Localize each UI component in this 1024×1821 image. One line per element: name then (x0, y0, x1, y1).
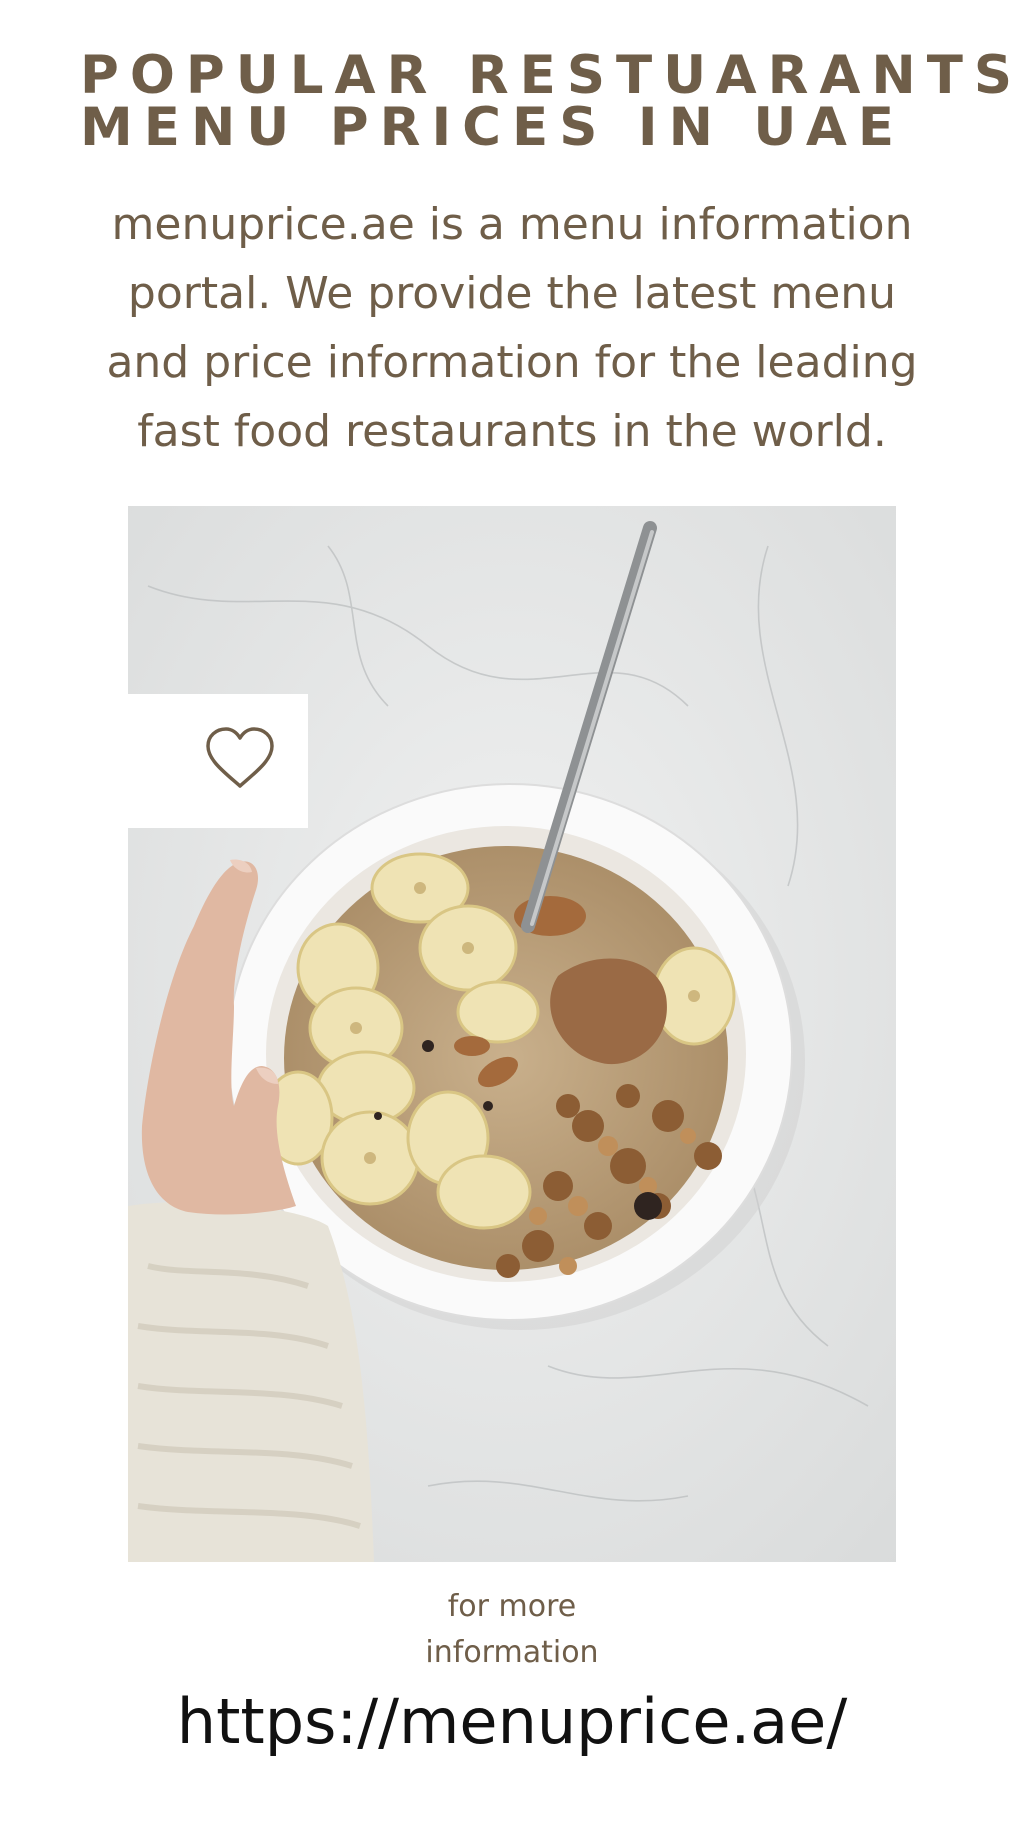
intro-line-4: fast food restaurants in the world. (137, 406, 887, 457)
page-title-line-1: POPULAR RESTUARANTS (80, 45, 1024, 106)
page-title-line-2: MENU PRICES IN UAE (80, 97, 906, 158)
more-info-text: for more information (312, 1584, 712, 1676)
page-title: POPULAR RESTUARANTS MENU PRICES IN UAE (80, 45, 1024, 158)
like-button[interactable] (128, 694, 308, 828)
intro-line-3: and price information for the leading (106, 337, 918, 388)
food-bowl-photo (128, 506, 896, 1562)
heart-icon (206, 727, 274, 788)
more-info-line-1: for more (447, 1589, 577, 1624)
more-info-line-2: information (425, 1635, 599, 1670)
intro-line-1: menuprice.ae is a menu information (111, 199, 913, 250)
website-link[interactable]: https://menuprice.ae/ (62, 1682, 962, 1762)
intro-text: menuprice.ae is a menu information porta… (60, 190, 964, 466)
intro-line-2: portal. We provide the latest menu (127, 268, 897, 319)
